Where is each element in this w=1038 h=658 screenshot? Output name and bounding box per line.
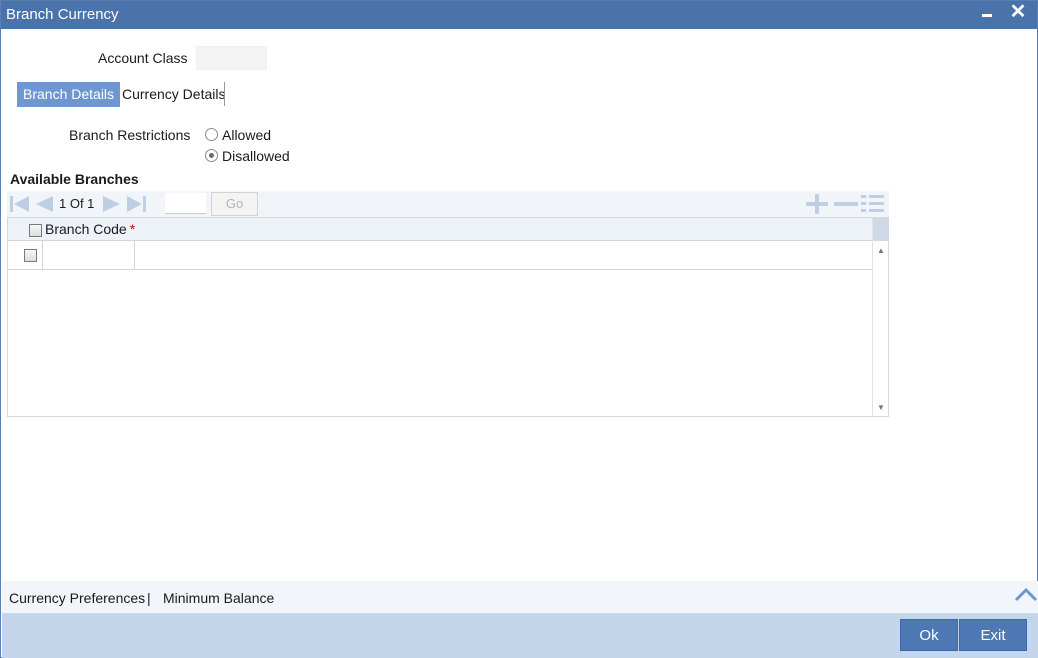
title-bar: Branch Currency ✕	[1, 1, 1037, 29]
branch-restrictions-label: Branch Restrictions	[69, 127, 191, 143]
allowed-radio[interactable]	[205, 128, 218, 141]
add-row-icon[interactable]	[804, 194, 830, 214]
grid-header: Branch Code *	[8, 218, 872, 241]
available-branches-title: Available Branches	[10, 171, 139, 187]
currency-preferences-link[interactable]: Currency Preferences	[9, 590, 145, 606]
previous-page-icon[interactable]	[33, 195, 55, 213]
disallowed-radio[interactable]	[205, 149, 218, 162]
cell-divider	[134, 241, 135, 270]
window-title: Branch Currency	[6, 6, 119, 23]
grid-scrollbar[interactable]: ▲ ▼	[872, 218, 889, 416]
go-button[interactable]: Go	[211, 192, 258, 216]
action-bar: Ok Exit	[2, 613, 1038, 658]
account-class-input[interactable]	[196, 46, 267, 70]
delete-row-icon[interactable]	[833, 194, 859, 214]
grid-toolbar: 1 Of 1 Go	[7, 191, 889, 217]
tab-divider	[224, 82, 225, 106]
single-view-icon[interactable]	[860, 194, 886, 214]
scrollbar-thumb[interactable]	[873, 218, 889, 241]
select-all-checkbox[interactable]	[29, 224, 42, 237]
scroll-up-icon[interactable]: ▲	[877, 246, 885, 255]
exit-button[interactable]: Exit	[959, 619, 1027, 651]
branch-code-input[interactable]	[43, 241, 134, 269]
account-class-label: Account Class	[98, 50, 188, 66]
minimum-balance-link[interactable]: Minimum Balance	[163, 590, 274, 606]
collapse-up-icon[interactable]	[1014, 585, 1038, 605]
last-page-icon[interactable]	[125, 195, 147, 213]
row-checkbox[interactable]	[24, 249, 37, 262]
branch-currency-window: Branch Currency ✕ Account Class Branch D…	[0, 0, 1038, 658]
minimize-icon[interactable]	[977, 3, 999, 25]
allowed-radio-label[interactable]: Allowed	[222, 127, 271, 143]
tab-branch-details[interactable]: Branch Details	[17, 82, 121, 107]
branch-code-column-header: Branch Code *	[45, 221, 135, 237]
ok-button[interactable]: Ok	[900, 619, 958, 651]
required-marker: *	[129, 221, 136, 237]
page-number-input[interactable]	[165, 193, 206, 214]
footer-links-bar: Currency Preferences | Minimum Balance	[2, 581, 1038, 613]
scroll-down-icon[interactable]: ▼	[877, 403, 885, 412]
branches-grid: Branch Code * ▲ ▼	[7, 217, 889, 417]
first-page-icon[interactable]	[9, 195, 31, 213]
table-row	[8, 241, 872, 270]
page-indicator: 1 Of 1	[59, 196, 95, 211]
disallowed-radio-label[interactable]: Disallowed	[222, 148, 290, 164]
close-icon[interactable]: ✕	[1007, 1, 1029, 23]
footer-separator: |	[147, 590, 151, 606]
next-page-icon[interactable]	[101, 195, 123, 213]
branch-code-header-label: Branch Code	[45, 221, 127, 237]
tab-currency-details[interactable]: Currency Details	[116, 82, 231, 107]
